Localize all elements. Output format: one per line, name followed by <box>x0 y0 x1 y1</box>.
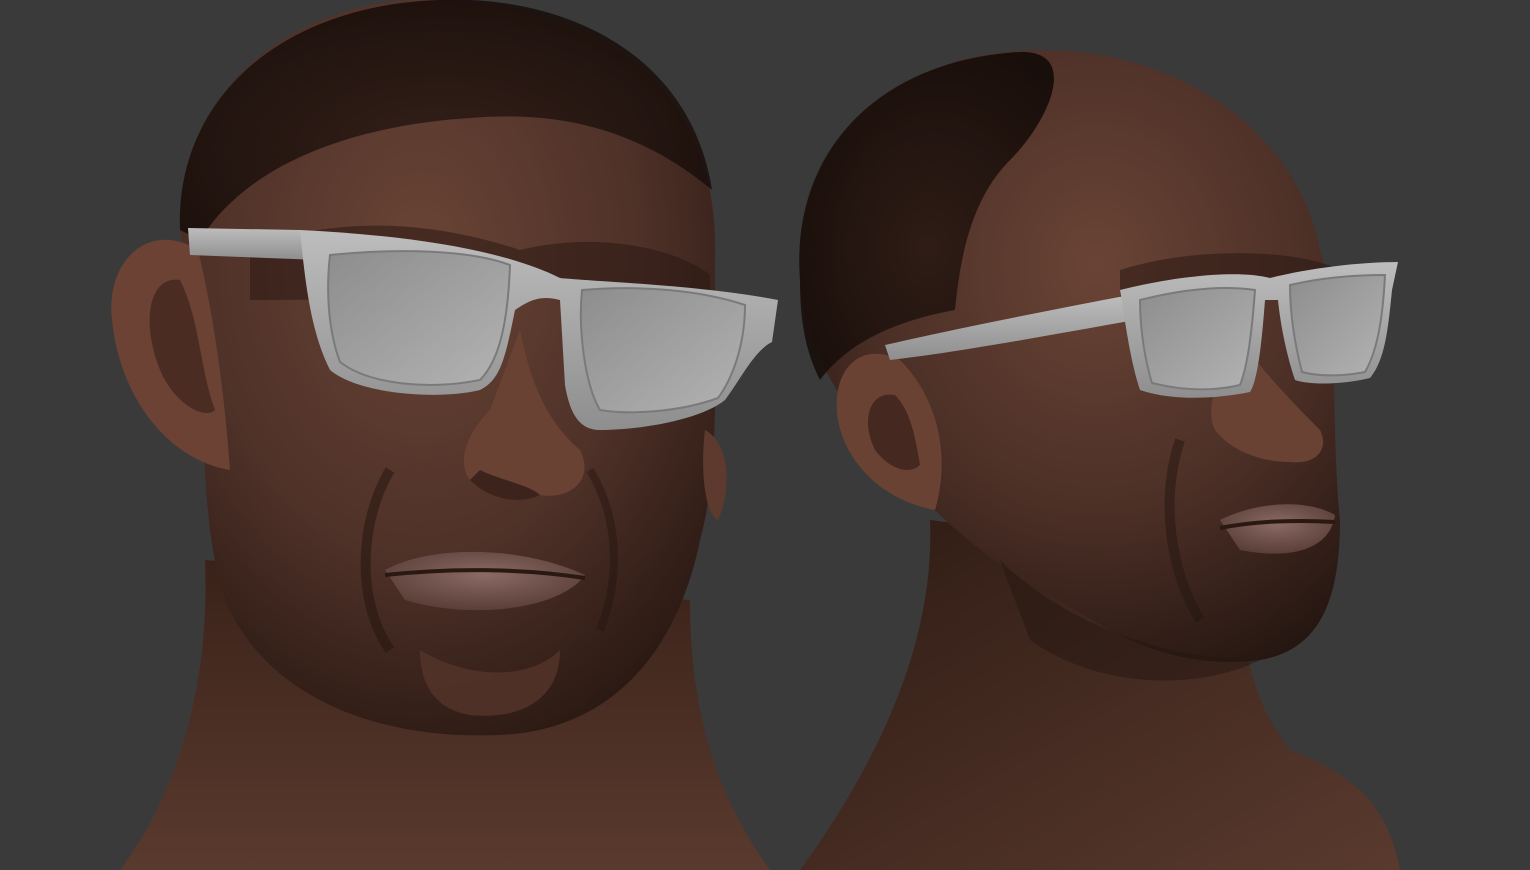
render-canvas <box>111 0 1400 870</box>
right-glasses-lens-left <box>1138 287 1257 391</box>
left-head-render <box>111 0 778 870</box>
render-viewport <box>0 0 1530 870</box>
right-glasses-lens-right <box>1288 273 1387 377</box>
left-glasses-temple <box>188 228 320 260</box>
right-head-render <box>799 50 1400 870</box>
left-glasses-lens-left <box>327 250 512 386</box>
left-glasses-lens-right <box>579 287 747 414</box>
